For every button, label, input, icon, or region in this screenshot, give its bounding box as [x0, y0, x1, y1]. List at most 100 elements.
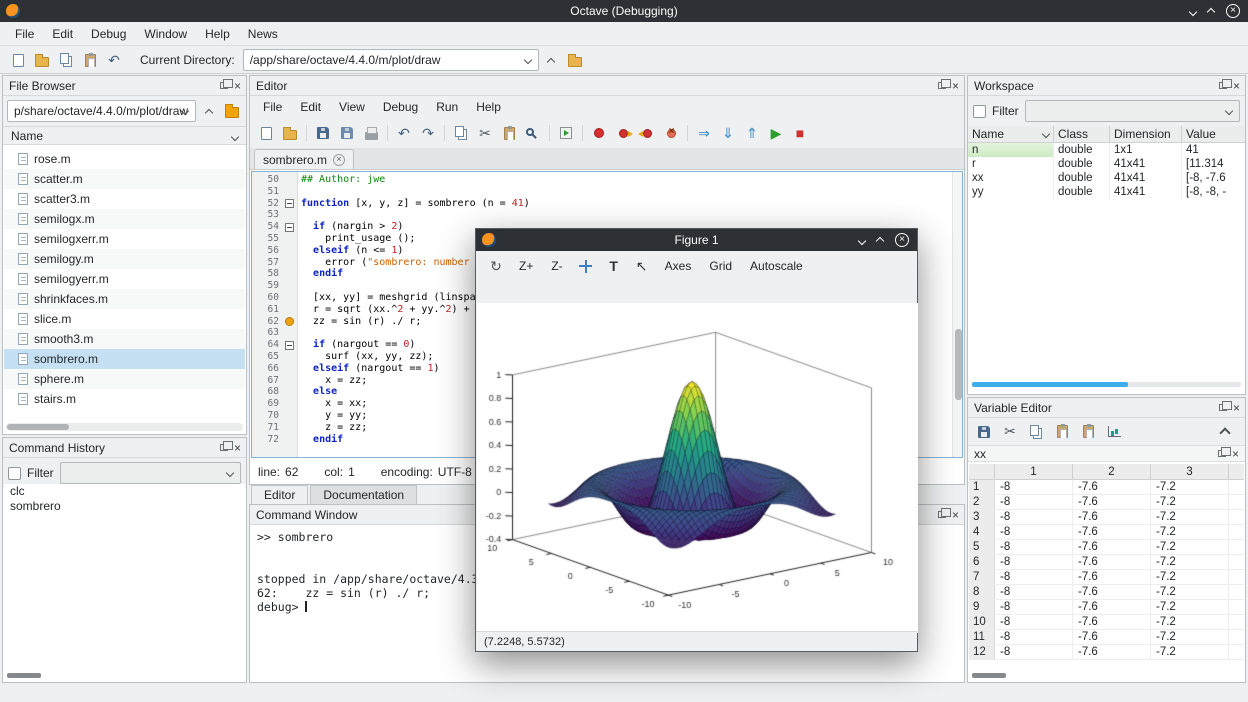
grid-cell[interactable]: -7.2: [1151, 615, 1229, 629]
undock-icon[interactable]: [938, 511, 946, 518]
save-icon[interactable]: [311, 121, 335, 145]
close-variable-icon[interactable]: ×: [1232, 448, 1239, 460]
browse-directory-button[interactable]: [563, 48, 587, 72]
breakpoint-icon[interactable]: [285, 317, 294, 326]
grid-cell[interactable]: -8: [995, 510, 1073, 524]
history-filter-combo[interactable]: [60, 462, 241, 484]
column-header-dimension[interactable]: Dimension: [1110, 126, 1182, 142]
grid-cell[interactable]: -8: [995, 645, 1073, 659]
filter-checkbox[interactable]: [8, 467, 21, 480]
undock-icon[interactable]: [220, 444, 228, 451]
dir-up-button[interactable]: [539, 48, 563, 72]
file-item-shrinkfaces[interactable]: shrinkfaces.m: [4, 289, 245, 309]
fb-horizontal-scrollbar[interactable]: [6, 423, 243, 431]
chevron-down-icon[interactable]: [232, 129, 238, 143]
file-item-slice[interactable]: slice.m: [4, 309, 245, 329]
editor-menu-file[interactable]: File: [254, 96, 291, 118]
maximize-icon[interactable]: [1208, 4, 1214, 18]
editor-menu-help[interactable]: Help: [467, 96, 510, 118]
grid-cell[interactable]: -8: [995, 540, 1073, 554]
close-panel-icon[interactable]: ×: [1233, 80, 1240, 92]
grid-row-header[interactable]: 7: [969, 570, 995, 584]
grid-row-header[interactable]: 4: [969, 525, 995, 539]
grid-cell[interactable]: -7.6: [1073, 525, 1151, 539]
workspace-filter-combo[interactable]: [1025, 100, 1240, 122]
grid-row-header[interactable]: 1: [969, 480, 995, 494]
workspace-row-yy[interactable]: yydouble41x41[-8, -8, -: [968, 185, 1245, 199]
grid-cell[interactable]: -8: [995, 600, 1073, 614]
grid-cell[interactable]: -7.6: [1073, 645, 1151, 659]
grid-cell[interactable]: -7.6: [1073, 495, 1151, 509]
grid-row-header[interactable]: 8: [969, 585, 995, 599]
file-item-smooth3[interactable]: smooth3.m: [4, 329, 245, 349]
undock-icon[interactable]: [1219, 82, 1227, 89]
redo-icon[interactable]: ↷: [416, 121, 440, 145]
workspace-row-n[interactable]: ndouble1x141: [968, 143, 1245, 157]
cut-icon[interactable]: ✂: [998, 420, 1022, 444]
file-item-stairs[interactable]: stairs.m: [4, 389, 245, 409]
grid-cell[interactable]: -8: [995, 555, 1073, 569]
fold-icon[interactable]: [285, 199, 294, 208]
open-icon[interactable]: [30, 48, 54, 72]
bpclear-icon[interactable]: [659, 121, 683, 145]
workspace-row-r[interactable]: rdouble41x41[11.314: [968, 157, 1245, 171]
paste-icon[interactable]: [497, 121, 521, 145]
column-header-value[interactable]: Value: [1182, 126, 1245, 142]
grid-cell[interactable]: -7.6: [1073, 540, 1151, 554]
file-item-sombrero[interactable]: sombrero.m: [4, 349, 245, 369]
editor-menu-run[interactable]: Run: [427, 96, 467, 118]
minimize-icon[interactable]: [859, 233, 865, 247]
grid-cell[interactable]: -7.2: [1151, 630, 1229, 644]
figure-canvas[interactable]: [477, 303, 918, 633]
paste-icon[interactable]: [1050, 420, 1074, 444]
copy-icon[interactable]: [54, 48, 78, 72]
undo-icon[interactable]: ↶: [102, 48, 126, 72]
bp-icon[interactable]: [587, 121, 611, 145]
file-item-semilogy[interactable]: semilogy.m: [4, 249, 245, 269]
column-header-class[interactable]: Class: [1054, 126, 1110, 142]
grid-row-header[interactable]: 11: [969, 630, 995, 644]
select-tool[interactable]: ↖: [630, 254, 654, 278]
fb-actions-button[interactable]: [222, 99, 242, 123]
grid-cell[interactable]: -7.2: [1151, 510, 1229, 524]
history-horizontal-scrollbar[interactable]: [7, 673, 41, 678]
history-item[interactable]: clc: [4, 484, 245, 499]
grid-row-header[interactable]: 12: [969, 645, 995, 659]
menu-help[interactable]: Help: [196, 23, 239, 45]
menu-window[interactable]: Window: [135, 23, 196, 45]
zoom-out-tool[interactable]: Z-: [544, 256, 569, 276]
workspace-horizontal-scrollbar[interactable]: [972, 382, 1241, 387]
new-icon[interactable]: [6, 48, 30, 72]
grid-cell[interactable]: -7.6: [1073, 510, 1151, 524]
editor-menu-debug[interactable]: Debug: [374, 96, 427, 118]
file-item-semilogx[interactable]: semilogx.m: [4, 209, 245, 229]
grid-cell[interactable]: -8: [995, 615, 1073, 629]
editor-vertical-scrollbar[interactable]: [952, 172, 962, 457]
undo-icon[interactable]: ↶: [392, 121, 416, 145]
grid-row-header[interactable]: 10: [969, 615, 995, 629]
grid-cell[interactable]: -7.6: [1073, 630, 1151, 644]
grid-cell[interactable]: -7.2: [1151, 495, 1229, 509]
cut-icon[interactable]: ✂: [473, 121, 497, 145]
step-icon[interactable]: ⇒: [692, 121, 716, 145]
minimize-icon[interactable]: [1190, 4, 1196, 18]
close-panel-icon[interactable]: ×: [952, 509, 959, 521]
open-icon[interactable]: [278, 121, 302, 145]
stepout-icon[interactable]: ⇑: [740, 121, 764, 145]
history-item[interactable]: sombrero: [4, 499, 245, 514]
grid-cell[interactable]: -7.2: [1151, 645, 1229, 659]
axes-button[interactable]: Axes: [658, 256, 699, 276]
menu-news[interactable]: News: [239, 23, 287, 45]
grid-cell[interactable]: -7.6: [1073, 585, 1151, 599]
tab-close-icon[interactable]: ×: [333, 154, 345, 166]
file-item-semilogyerr[interactable]: semilogyerr.m: [4, 269, 245, 289]
current-directory-combo[interactable]: /app/share/octave/4.4.0/m/plot/draw: [243, 49, 539, 71]
grid-cell[interactable]: -7.2: [1151, 525, 1229, 539]
close-panel-icon[interactable]: ×: [1233, 402, 1240, 414]
grid-cell[interactable]: -7.2: [1151, 540, 1229, 554]
grid-button[interactable]: Grid: [702, 256, 739, 276]
bpnext-icon[interactable]: [611, 121, 635, 145]
fb-up-button[interactable]: [199, 99, 219, 123]
titlebar[interactable]: Octave (Debugging) ×: [0, 0, 1248, 22]
file-item-scatter[interactable]: scatter.m: [4, 169, 245, 189]
